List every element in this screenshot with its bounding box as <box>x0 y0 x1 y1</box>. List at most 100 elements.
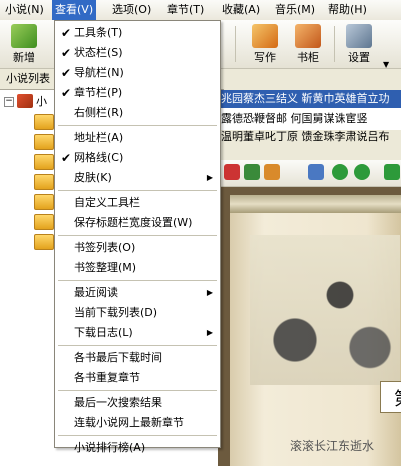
settings-label: 设置 <box>348 51 370 64</box>
write-label: 写作 <box>254 51 276 64</box>
view-menu-item-label: 状态栏(S) <box>74 46 123 59</box>
view-menu-item-label: 小说排行榜(A) <box>74 441 146 454</box>
submenu-arrow-icon: ▶ <box>206 173 213 182</box>
bookshelf-button[interactable]: 书柜 <box>288 22 328 66</box>
menu-separator <box>58 345 217 346</box>
write-button[interactable]: 写作 <box>245 22 285 66</box>
view-menu-item-label: 下载日志(L) <box>74 326 133 339</box>
bookshelf-label: 书柜 <box>297 51 319 64</box>
new-label: 新增 <box>13 51 35 64</box>
bookshelf-icon <box>295 24 321 48</box>
view-menu-item-label: 书签列表(O) <box>74 241 136 254</box>
up-arrow-icon[interactable] <box>332 164 348 180</box>
settings-button[interactable]: 设置 <box>339 22 379 66</box>
view-menu-item-label: 保存标题栏宽度设置(W) <box>74 216 193 229</box>
settings-icon <box>346 24 372 48</box>
view-menu-item-label: 自定义工具栏 <box>74 196 140 209</box>
view-menu-item[interactable]: ✔ 工具条(T) <box>56 23 219 43</box>
view-menu-item[interactable]: 连载小说网上最新章节 <box>56 413 219 433</box>
next-icon[interactable] <box>384 164 400 180</box>
checkmark-icon: ✔ <box>60 151 72 165</box>
folder-icon[interactable] <box>34 114 54 130</box>
view-menu-item[interactable]: 最近阅读 ▶ <box>56 283 219 303</box>
menu-chapter[interactable]: 章节(T) <box>164 0 207 20</box>
checkmark-icon: ✔ <box>60 26 72 40</box>
menu-separator <box>58 280 217 281</box>
toolbar-separator <box>334 26 335 62</box>
view-menu-item[interactable]: 保存标题栏宽度设置(W) <box>56 213 219 233</box>
menu-help[interactable]: 帮助(H) <box>325 0 370 20</box>
toolbar-separator <box>235 26 236 62</box>
collapse-icon[interactable]: − <box>4 97 14 107</box>
refresh-icon[interactable] <box>244 164 260 180</box>
reader-pane: 第 滚滚长江东逝水 <box>218 187 401 466</box>
view-menu-item-label: 导航栏(N) <box>74 66 124 79</box>
view-menu-item[interactable]: ✔ 章节栏(P) <box>56 83 219 103</box>
view-menu-item-label: 工具条(T) <box>74 26 123 39</box>
ink-painting <box>250 235 400 385</box>
menu-music[interactable]: 音乐(M) <box>272 0 318 20</box>
scroll-background: 第 滚滚长江东逝水 <box>230 195 401 466</box>
view-menu-item[interactable]: ✔ 状态栏(S) <box>56 43 219 63</box>
folder-icon[interactable] <box>34 174 54 190</box>
folder-icon[interactable] <box>34 234 54 250</box>
tree-root-label[interactable]: 小 <box>36 93 47 109</box>
menu-separator <box>58 125 217 126</box>
new-button[interactable]: 新增 <box>4 22 44 66</box>
view-menu-item-label: 章节栏(P) <box>74 86 123 99</box>
menu-separator <box>58 190 217 191</box>
menu-novel[interactable]: 小说(N) <box>2 0 47 20</box>
chapter-row-selected[interactable]: 兆园蔡杰三结义 靳黄巾英雄首立功 <box>218 90 401 108</box>
view-menu-item[interactable]: 地址栏(A) <box>56 128 219 148</box>
menu-bar: 小说(N) 查看(V) 选项(O) 章节(T) 收藏(A) 音乐(M) 帮助(H… <box>0 0 401 21</box>
stop-icon[interactable] <box>224 164 240 180</box>
view-menu-item-label: 当前下载列表(D) <box>74 306 158 319</box>
view-menu-item-label: 书签整理(M) <box>74 261 137 274</box>
view-menu-item[interactable]: 皮肤(K) ▶ <box>56 168 219 188</box>
chapter-text: 滚滚长江东逝水 <box>290 439 375 453</box>
home-icon[interactable] <box>264 164 280 180</box>
new-icon <box>11 24 37 48</box>
down-arrow-icon[interactable] <box>354 164 370 180</box>
menu-separator <box>58 390 217 391</box>
scroll-rod <box>230 195 401 213</box>
view-menu-item[interactable]: 各书最后下载时间 <box>56 348 219 368</box>
view-menu-item-label: 皮肤(K) <box>74 171 112 184</box>
split-view-icon[interactable] <box>308 164 324 180</box>
chapter-title: 第 <box>394 385 401 411</box>
chapter-row[interactable]: 露德恐鞭督邮 何国舅谋诛宦竖 <box>218 110 401 128</box>
checkmark-icon: ✔ <box>60 66 72 80</box>
view-menu-item[interactable]: 右侧栏(R) <box>56 103 219 123</box>
submenu-arrow-icon: ▶ <box>206 328 213 337</box>
view-menu-item[interactable]: 当前下载列表(D) <box>56 303 219 323</box>
folder-icon[interactable] <box>34 194 54 210</box>
settings-dropdown-icon[interactable]: ▼ <box>383 60 389 69</box>
menu-view[interactable]: 查看(V) <box>52 0 97 20</box>
view-menu-item[interactable]: ✔ 导航栏(N) <box>56 63 219 83</box>
view-menu-item[interactable]: 书签整理(M) <box>56 258 219 278</box>
view-menu: ✔ 工具条(T) ✔ 状态栏(S) ✔ 导航栏(N) ✔ 章节栏(P) 右侧栏(R) 地址栏(A)… <box>54 20 221 454</box>
library-icon <box>17 94 33 108</box>
folder-icon[interactable] <box>34 214 54 230</box>
chapter-list: 兆园蔡杰三结义 靳黄巾英雄首立功 露德恐鞭督邮 何国舅谋诛宦竖 温明董卓叱丁原 … <box>218 90 401 143</box>
folder-icon[interactable] <box>34 134 54 150</box>
view-menu-item[interactable]: ✔ 网格线(C) <box>56 148 219 168</box>
view-menu-item-label: 最后一次搜索结果 <box>74 396 162 409</box>
menu-favorites[interactable]: 收藏(A) <box>219 0 263 20</box>
checkmark-icon: ✔ <box>60 46 72 60</box>
view-menu-item-label: 各书最后下载时间 <box>74 351 162 364</box>
view-menu-item-label: 各书重复章节 <box>74 371 140 384</box>
chapter-row[interactable]: 温明董卓叱丁原 馈金珠李肃说吕布 <box>218 128 401 146</box>
view-menu-item-label: 地址栏(A) <box>74 131 124 144</box>
view-menu-item[interactable]: 自定义工具栏 <box>56 193 219 213</box>
folder-icon[interactable] <box>34 154 54 170</box>
view-menu-item[interactable]: 书签列表(O) <box>56 238 219 258</box>
menu-options[interactable]: 选项(O) <box>109 0 154 20</box>
view-menu-item-label: 网格线(C) <box>74 151 124 164</box>
view-menu-item[interactable]: 各书重复章节 <box>56 368 219 388</box>
view-menu-item-label: 最近阅读 <box>74 286 118 299</box>
reader-toolbar <box>218 160 401 187</box>
view-menu-item[interactable]: 最后一次搜索结果 <box>56 393 219 413</box>
view-menu-item[interactable]: 下载日志(L) ▶ <box>56 323 219 343</box>
view-menu-item[interactable]: 小说排行榜(A) <box>56 438 219 458</box>
